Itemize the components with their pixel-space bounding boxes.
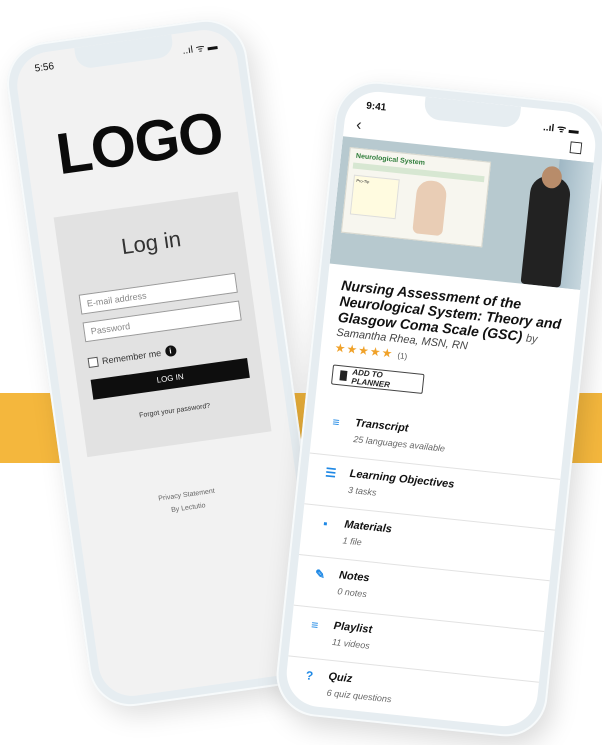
- clipboard-icon: [339, 370, 348, 381]
- course-by: by: [525, 332, 539, 346]
- file-icon: ▪: [322, 516, 329, 531]
- playlist-icon: ≡: [310, 617, 319, 633]
- course-phone: 9:41 ..ıl ᯤ ▬ ‹ ☐ Neurological System Pr…: [272, 77, 602, 741]
- list-item-sub: 25 languages available: [352, 434, 446, 454]
- bookmark-icon[interactable]: ☐: [568, 138, 584, 159]
- list-item-sub: 11 videos: [331, 636, 371, 651]
- status-time: 9:41: [365, 100, 387, 114]
- status-time: 5:56: [34, 61, 55, 75]
- add-to-planner-label: ADD TO PLANNER: [350, 367, 391, 390]
- list-item-label: Materials: [343, 518, 393, 536]
- remember-checkbox[interactable]: [87, 356, 99, 368]
- quiz-icon: ?: [305, 668, 314, 684]
- notes-icon: ✎: [314, 566, 326, 582]
- list-item-sub: 0 notes: [336, 586, 368, 600]
- list-item-sub: 6 quiz questions: [326, 687, 392, 705]
- list-item-sub: 1 file: [342, 535, 363, 548]
- remember-me[interactable]: Remember me i: [87, 344, 177, 368]
- login-footer: Privacy Statement By Lectutio: [76, 473, 299, 530]
- slide-tip-box: Pro-Tip: [349, 174, 400, 220]
- course-sections-list: ≡ Transcript 25 languages available ☰ Le…: [283, 402, 566, 730]
- info-icon[interactable]: i: [164, 344, 177, 358]
- login-screen: 5:56 ..ıl ᯤ ▬ LOGO Log in E-mail address…: [12, 25, 324, 701]
- login-card: Log in E-mail address Password Remember …: [53, 191, 272, 458]
- status-icons: ..ıl ᯤ ▬: [181, 41, 219, 57]
- slide-body-figure: [412, 179, 448, 237]
- list-item-label: Quiz: [327, 670, 353, 686]
- objectives-icon: ☰: [324, 465, 337, 481]
- login-title: Log in: [119, 226, 183, 260]
- transcript-icon: ≡: [331, 414, 341, 430]
- list-item-label: Notes: [338, 569, 371, 585]
- logo: LOGO: [52, 99, 227, 188]
- status-icons: ..ıl ᯤ ▬: [542, 122, 580, 137]
- back-icon[interactable]: ‹: [355, 117, 362, 135]
- course-screen: 9:41 ..ıl ᯤ ▬ ‹ ☐ Neurological System Pr…: [283, 88, 599, 730]
- forgot-password-link[interactable]: Forgot your password?: [82, 395, 267, 428]
- video-player[interactable]: Neurological System Pro-Tip: [329, 136, 594, 290]
- remember-label: Remember me: [101, 347, 162, 366]
- list-item-label: Playlist: [333, 620, 373, 636]
- list-item-label: Transcript: [354, 417, 409, 435]
- phone-notch: [423, 96, 522, 129]
- rating-count: (1): [397, 351, 408, 362]
- video-slide: Neurological System Pro-Tip: [340, 147, 492, 248]
- add-to-planner-button[interactable]: ADD TO PLANNER: [330, 364, 425, 394]
- slide-tip-title: Pro-Tip: [356, 177, 370, 185]
- list-item-sub: 3 tasks: [347, 484, 377, 498]
